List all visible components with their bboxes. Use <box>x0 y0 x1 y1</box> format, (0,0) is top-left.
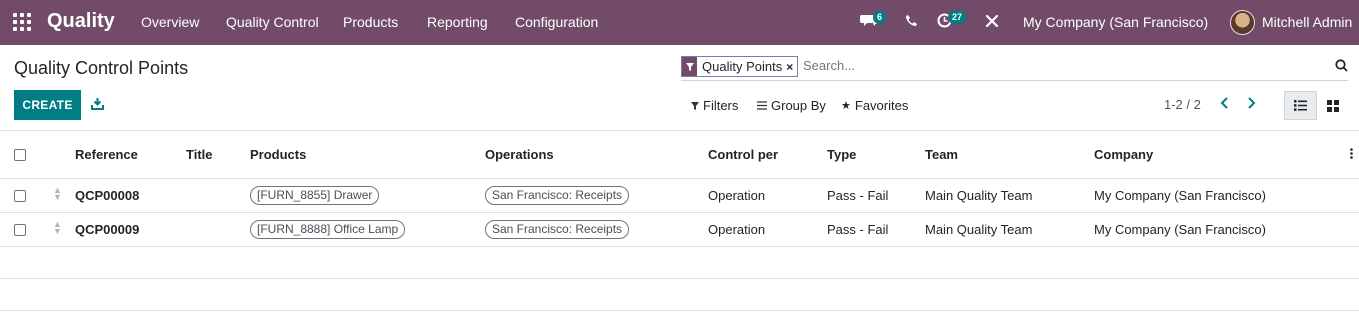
cell-control-per: Operation <box>708 178 827 213</box>
cell-team: Main Quality Team <box>925 212 1094 247</box>
column-header-control-per[interactable]: Control per <box>708 131 827 179</box>
facet-label: Quality Points <box>702 59 783 74</box>
select-all-checkbox[interactable] <box>0 131 40 179</box>
cell-type: Pass - Fail <box>827 178 925 213</box>
column-header-team[interactable]: Team <box>925 131 1094 179</box>
tools-icon[interactable] <box>985 14 999 32</box>
drag-handle-icon[interactable]: ▲ ▼ <box>40 212 75 247</box>
pager-next-icon[interactable] <box>1247 96 1257 115</box>
optional-columns-icon[interactable] <box>1344 131 1359 179</box>
facet-remove-icon[interactable]: × <box>786 57 797 76</box>
create-button[interactable]: CREATE <box>14 90 81 120</box>
cell-title <box>186 212 250 247</box>
favorites-label: Favorites <box>854 98 909 113</box>
cell-spacer <box>1344 178 1359 213</box>
column-header-company[interactable]: Company <box>1094 131 1344 179</box>
groupby-icon <box>757 98 767 113</box>
search-bar: Quality Points × <box>681 55 1348 81</box>
cell-type: Pass - Fail <box>827 212 925 247</box>
phone-icon[interactable] <box>905 14 918 31</box>
menu-quality-control[interactable]: Quality Control <box>226 14 319 30</box>
company-switcher[interactable]: My Company (San Francisco) <box>1023 14 1208 30</box>
avatar[interactable] <box>1230 10 1255 35</box>
cell-company: My Company (San Francisco) <box>1094 212 1344 247</box>
column-header-operations[interactable]: Operations <box>485 131 708 179</box>
filters-label: Filters <box>703 98 739 113</box>
product-tag: [FURN_8855] Drawer <box>250 185 380 205</box>
search-input[interactable] <box>803 58 1303 73</box>
apps-icon[interactable] <box>13 13 31 31</box>
column-header-reference[interactable]: Reference <box>75 131 186 179</box>
cell-company: My Company (San Francisco) <box>1094 178 1344 213</box>
page-title: Quality Control Points <box>14 58 189 78</box>
handle-header <box>40 131 75 179</box>
control-panel: Quality Control Points CREATE Quality Po… <box>0 45 1359 131</box>
cell-title <box>186 178 250 213</box>
groupby-button[interactable]: Group By <box>757 98 826 113</box>
menu-configuration[interactable]: Configuration <box>515 14 598 30</box>
row-checkbox[interactable] <box>0 178 40 213</box>
menu-reporting[interactable]: Reporting <box>427 14 488 30</box>
pager-value[interactable]: 1-2 / 2 <box>1164 97 1201 112</box>
user-menu[interactable]: Mitchell Admin <box>1262 14 1352 30</box>
row-checkbox[interactable] <box>0 212 40 247</box>
groupby-label: Group By <box>771 98 826 113</box>
kanban-view-icon[interactable] <box>1316 91 1349 120</box>
menu-products[interactable]: Products <box>343 14 398 30</box>
cell-control-per: Operation <box>708 212 827 247</box>
list-view-icon[interactable] <box>1284 91 1317 120</box>
star-icon: ★ <box>841 100 851 112</box>
column-header-title[interactable]: Title <box>186 131 250 179</box>
top-navbar: Quality Overview Quality Control Product… <box>0 0 1359 45</box>
table-row[interactable]: ▲ ▼ QCP00008 [FURN_8855] Drawer San Franc… <box>0 178 1359 213</box>
cell-reference: QCP00009 <box>75 212 186 247</box>
activities-badge: 27 <box>948 11 967 24</box>
cell-reference: QCP00008 <box>75 178 186 213</box>
favorites-button[interactable]: ★ Favorites <box>841 98 908 113</box>
cell-team: Main Quality Team <box>925 178 1094 213</box>
operation-tag: San Francisco: Receipts <box>485 185 630 205</box>
download-icon[interactable] <box>91 97 105 111</box>
search-facet: Quality Points × <box>681 56 799 77</box>
filters-button[interactable]: Filters <box>691 98 738 113</box>
table-row[interactable]: ▲ ▼ QCP00009 [FURN_8888] Office Lamp San … <box>0 212 1359 247</box>
cell-operations: San Francisco: Receipts <box>485 212 708 247</box>
column-header-type[interactable]: Type <box>827 131 925 179</box>
drag-handle-icon[interactable]: ▲ ▼ <box>40 178 75 213</box>
cell-products: [FURN_8855] Drawer <box>250 178 485 213</box>
column-header-products[interactable]: Products <box>250 131 485 179</box>
pager-previous-icon[interactable] <box>1219 96 1229 115</box>
table-header-row: Reference Title Products Operations Cont… <box>0 131 1359 179</box>
filter-icon <box>682 57 697 76</box>
cell-spacer <box>1344 212 1359 247</box>
filter-icon <box>691 98 699 113</box>
cell-operations: San Francisco: Receipts <box>485 178 708 213</box>
app-brand[interactable]: Quality <box>47 10 115 33</box>
empty-row <box>0 246 1359 279</box>
table-footer <box>0 278 1359 311</box>
menu-overview[interactable]: Overview <box>141 14 199 30</box>
product-tag: [FURN_8888] Office Lamp <box>250 219 406 239</box>
cell-products: [FURN_8888] Office Lamp <box>250 212 485 247</box>
search-icon[interactable] <box>1335 59 1349 73</box>
messages-badge: 6 <box>873 11 887 24</box>
list-table: Reference Title Products Operations Cont… <box>0 131 1359 311</box>
operation-tag: San Francisco: Receipts <box>485 219 630 239</box>
